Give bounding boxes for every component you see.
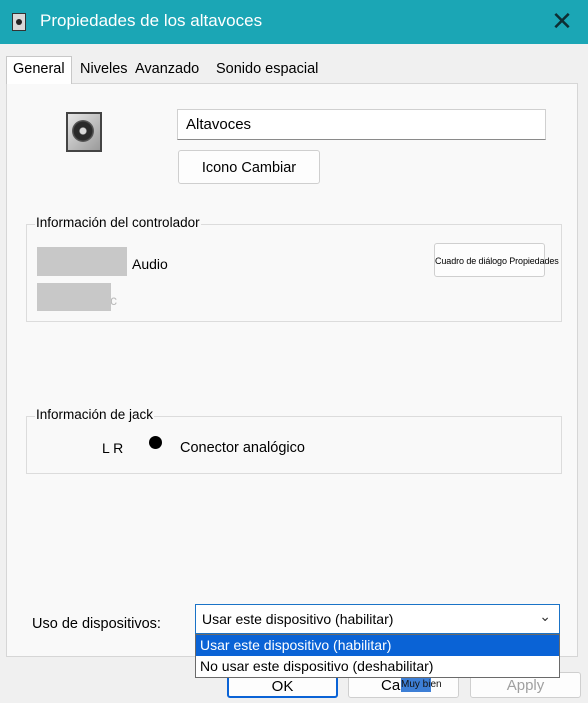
redacted-driver-name [37,247,127,276]
cancel-overlay-tooltip: Muy bien [401,678,442,692]
tab-general[interactable]: General [6,56,72,84]
jack-channels: L R [102,440,124,456]
tab-avanzado[interactable]: Avanzado [131,58,203,82]
title-bar: Propiedades de los altavoces ✕ [0,0,588,44]
device-usage-select[interactable]: Usar este dispositivo (habilitar) ⌄ [195,604,560,634]
speaker-title-icon [12,13,26,31]
driver-info-title: Información del controlador [35,215,201,230]
jack-connector-type: Conector analógico [180,440,305,456]
driver-line-suffix: c [110,292,117,308]
driver-properties-button[interactable]: Cuadro de diálogo Propiedades [434,243,559,277]
change-icon-button[interactable]: Icono Cambiar [178,150,320,184]
close-button[interactable]: ✕ [544,6,580,38]
device-usage-selected: Usar este dispositivo (habilitar) [202,611,394,627]
device-usage-dropdown: Usar este dispositivo (habilitar) No usa… [195,634,560,678]
device-name-field[interactable] [177,109,546,140]
jack-info-title: Información de jack [35,407,155,422]
speaker-device-icon [66,112,102,152]
jack-color-icon [149,436,162,449]
tab-niveles[interactable]: Niveles [76,58,132,82]
option-disable-device[interactable]: No usar este dispositivo (deshabilitar) [196,656,559,677]
speaker-cone-icon [72,120,94,142]
device-usage-label: Uso de dispositivos: [32,616,161,632]
window-title: Propiedades de los altavoces [40,11,263,30]
option-enable-device[interactable]: Usar este dispositivo (habilitar) [196,635,559,656]
redacted-driver-version [37,283,111,311]
tab-sonido-espacial[interactable]: Sonido espacial [212,58,322,82]
driver-line-audio: Audio [132,256,168,272]
chevron-down-icon: ⌄ [539,609,551,625]
